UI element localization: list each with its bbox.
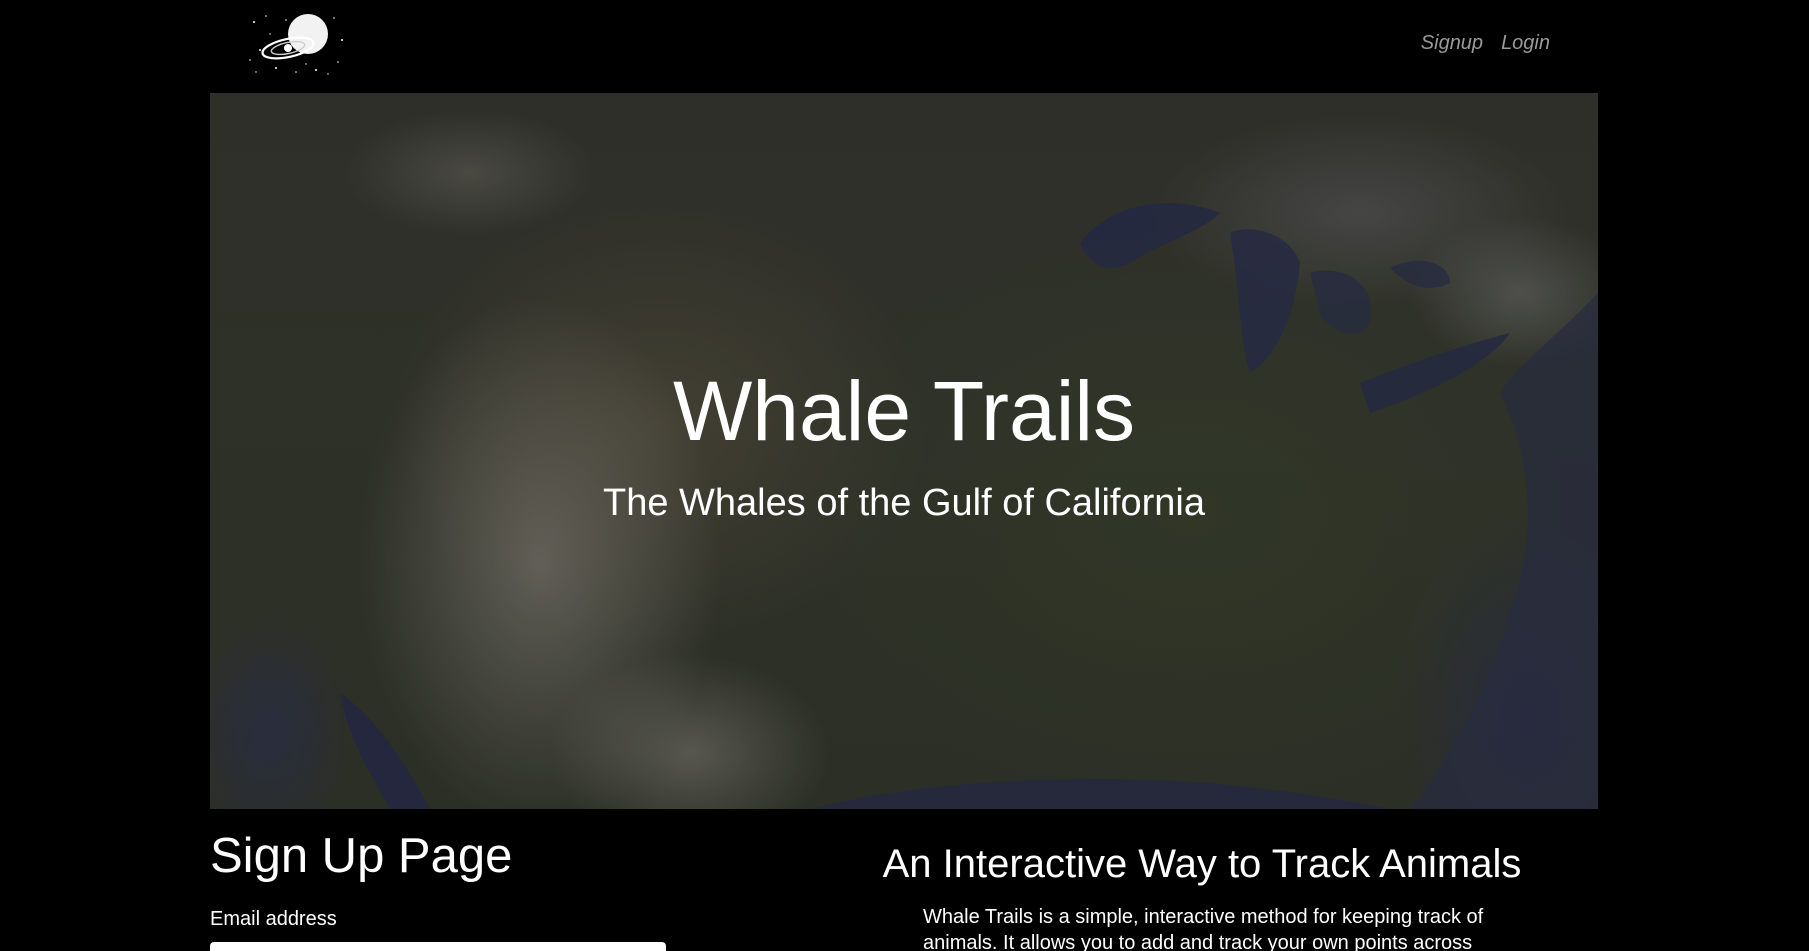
signup-title: Sign Up Page — [210, 829, 513, 883]
info-title: An Interactive Way to Track Animals — [882, 842, 1522, 886]
nav-links: Signup Login — [1421, 32, 1550, 55]
info-section: An Interactive Way to Track Animals Whal… — [872, 838, 1532, 951]
hero-title: Whale Trails — [672, 364, 1136, 458]
hero-subtitle: The Whales of the Gulf of California — [603, 482, 1205, 524]
planet-logo-icon[interactable] — [246, 10, 346, 78]
navbar: Signup Login — [0, 0, 1809, 93]
info-description: Whale Trails is a simple, interactive me… — [923, 906, 1484, 951]
nav-link-signup[interactable]: Signup — [1421, 32, 1483, 55]
email-label: Email address — [210, 908, 337, 930]
signup-section: Sign Up Page Email address — [210, 826, 810, 951]
nav-link-login[interactable]: Login — [1501, 32, 1550, 55]
page: Signup Login Whale Trails The Whales of … — [0, 0, 1809, 951]
email-input[interactable] — [210, 942, 666, 951]
hero-banner: Whale Trails The Whales of the Gulf of C… — [210, 93, 1598, 809]
